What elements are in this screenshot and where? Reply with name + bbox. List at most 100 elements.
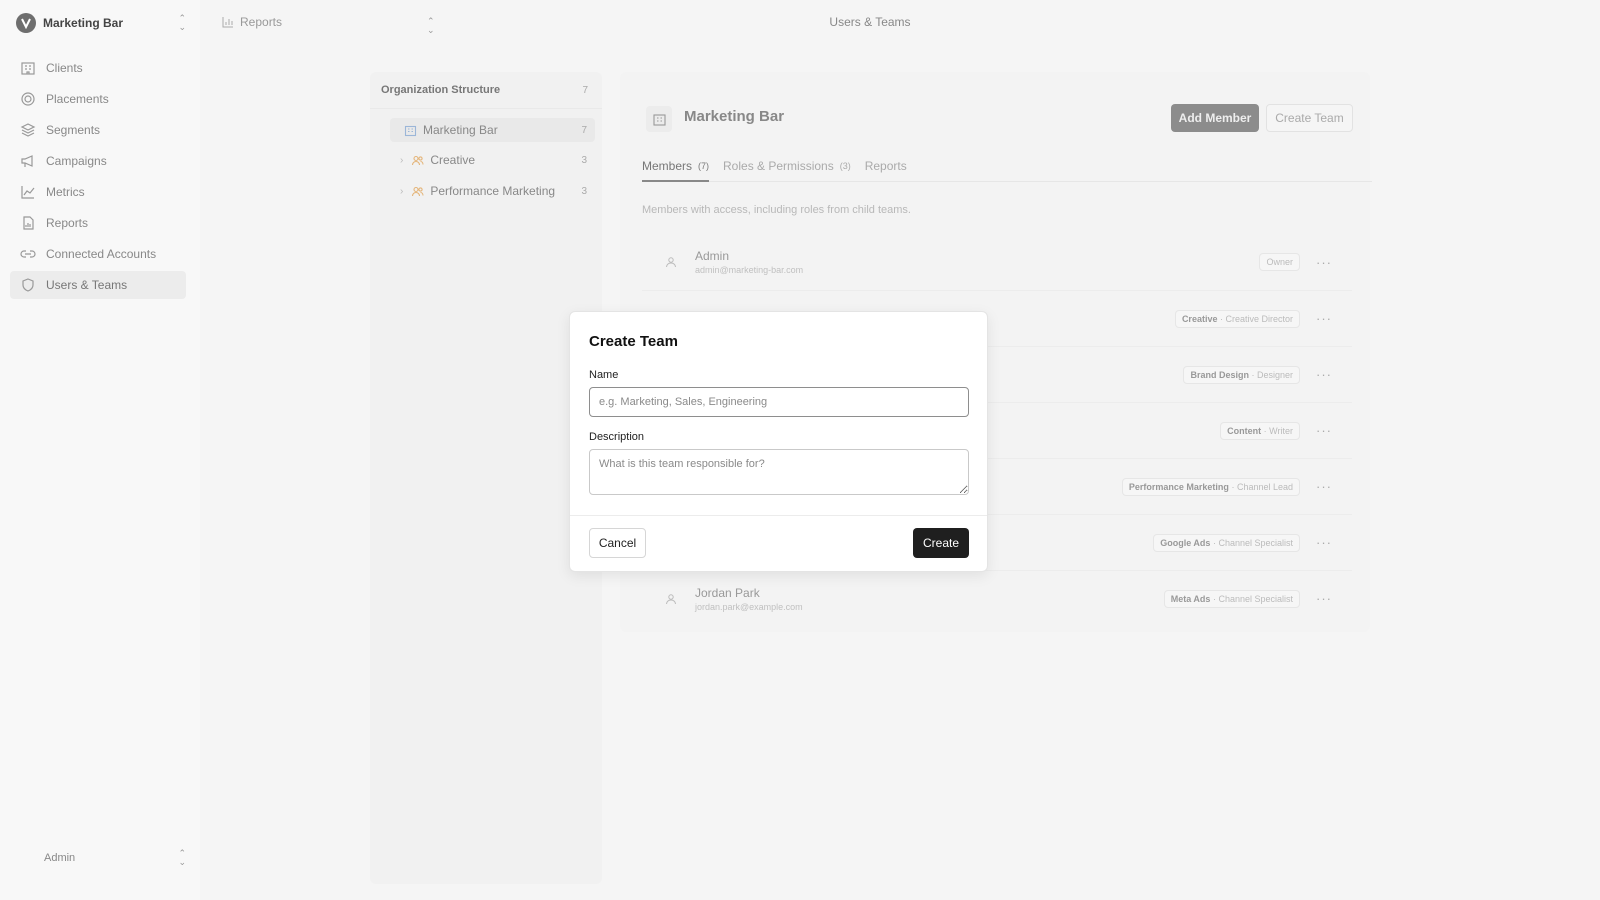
user-avatar-icon (666, 593, 676, 604)
tree-item-label: Performance Marketing (430, 184, 556, 198)
tab-roles-permissions[interactable]: Roles & Permissions (3) (723, 152, 851, 182)
sidebar-item-label: Connected Accounts (46, 247, 157, 261)
workspace-switcher[interactable]: Marketing Bar ⌃ ⌄ (16, 12, 186, 34)
users-icon (412, 186, 424, 196)
tree-item-count: 7 (581, 124, 587, 136)
dialog-divider (570, 515, 987, 516)
user-avatar-icon (666, 257, 676, 268)
tree-item-count: 3 (581, 154, 587, 166)
tree-item-creative[interactable]: › Creative 3 (400, 148, 595, 172)
link-icon (20, 250, 36, 258)
sidebar-item-reports[interactable]: Reports (10, 209, 186, 237)
create-team-button[interactable]: Create Team (1266, 104, 1353, 132)
tab-reports[interactable]: Reports (865, 152, 907, 182)
role-badge: Brand Design · Designer (1183, 365, 1300, 384)
role-team: Content (1227, 425, 1262, 436)
add-member-button[interactable]: Add Member (1171, 104, 1259, 132)
member-info: Admin admin@marketing-bar.com (695, 249, 1259, 275)
sidebar-item-segments[interactable]: Segments (10, 116, 186, 144)
more-options-icon[interactable]: ··· (1316, 311, 1332, 326)
org-panel-title: Organization Structure (381, 84, 501, 96)
role-title: Owner (1266, 257, 1293, 267)
chevron-right-icon[interactable]: › (400, 186, 403, 197)
dialog-title: Create Team (589, 333, 678, 350)
tab-bar: Members (7) Roles & Permissions (3) Repo… (642, 152, 1372, 182)
more-options-icon[interactable]: ··· (1316, 367, 1332, 382)
cancel-button[interactable]: Cancel (589, 528, 646, 558)
member-name: Admin (695, 249, 730, 263)
sidebar-item-label: Segments (46, 123, 101, 137)
users-icon (412, 155, 424, 165)
member-info: Jordan Park jordan.park@example.com (695, 586, 1164, 612)
sidebar-item-users-teams[interactable]: Users & Teams (10, 271, 186, 299)
role-badge: Performance Marketing · Channel Lead (1121, 477, 1300, 496)
org-count: 7 (582, 84, 588, 96)
organization-structure-panel: Organization Structure 7 Marketing Bar 7… (370, 72, 602, 884)
target-icon (21, 92, 35, 106)
shield-icon (22, 278, 34, 292)
layers-icon (20, 123, 36, 137)
tab-count: (3) (839, 161, 851, 171)
user-name: Admin (44, 852, 76, 864)
sidebar-item-campaigns[interactable]: Campaigns (10, 147, 186, 175)
workspace-logo-icon (16, 13, 36, 33)
megaphone-icon (21, 155, 33, 167)
top-bar: Reports ⌃ ⌄ Users & Teams (200, 0, 1600, 44)
line-chart-icon (21, 186, 35, 199)
role-badge: Google Ads · Channel Specialist (1153, 533, 1300, 552)
member-email: jordan.park@example.com (695, 601, 803, 612)
chevron-up-down-icon: ⌃ ⌄ (178, 13, 186, 32)
tree-item-count: 3 (581, 185, 587, 197)
tab-label: Members (642, 159, 693, 173)
role-badge: Meta Ads · Channel Specialist (1163, 589, 1300, 608)
member-email: admin@marketing-bar.com (695, 265, 804, 275)
create-button[interactable]: Create (913, 528, 969, 558)
chevron-right-icon[interactable]: › (400, 155, 403, 166)
chevron-up-down-icon: ⌃ ⌄ (178, 848, 186, 867)
sidebar-item-clients[interactable]: Clients (10, 54, 186, 82)
member-name: Jordan Park (695, 585, 760, 600)
more-options-icon[interactable]: ··· (1316, 591, 1332, 606)
team-description-input[interactable] (589, 449, 969, 495)
role-team: Performance Marketing (1128, 481, 1229, 492)
file-chart-icon (23, 216, 34, 230)
member-row[interactable]: Jordan Park jordan.park@example.com Meta A… (642, 570, 1352, 626)
building-icon (404, 125, 417, 136)
sidebar: Marketing Bar ⌃ ⌄ Clients Placements Segm… (0, 0, 200, 900)
sidebar-item-label: Reports (46, 216, 89, 230)
workspace-name: Marketing Bar (43, 16, 124, 30)
user-menu[interactable]: Admin ⌃ ⌄ (44, 849, 186, 867)
sidebar-item-placements[interactable]: Placements (10, 85, 186, 113)
team-title: Marketing Bar (684, 108, 785, 125)
more-options-icon[interactable]: ··· (1316, 423, 1332, 438)
member-row[interactable]: Admin admin@marketing-bar.com Owner ··· (642, 234, 1352, 290)
role-title: · Writer (1263, 425, 1293, 436)
team-name-input[interactable] (589, 387, 969, 417)
building-icon (21, 62, 35, 75)
org-panel-header: Organization Structure 7 (370, 72, 602, 109)
sidebar-nav: Clients Placements Segments Campaigns Me… (10, 54, 186, 302)
role-team: Google Ads (1160, 537, 1211, 548)
sidebar-item-connected-accounts[interactable]: Connected Accounts (10, 240, 186, 268)
sidebar-item-label: Metrics (46, 185, 85, 199)
more-options-icon[interactable]: ··· (1316, 479, 1332, 494)
tree-item-marketing-bar[interactable]: Marketing Bar 7 (390, 118, 595, 142)
name-label: Name (589, 369, 619, 381)
role-team: Meta Ads (1170, 593, 1211, 604)
more-options-icon[interactable]: ··· (1316, 255, 1332, 270)
role-badge: Owner (1259, 253, 1300, 271)
create-team-dialog: Create Team Name Description Cancel Crea… (569, 311, 988, 572)
sidebar-item-label: Clients (46, 61, 83, 75)
role-title: · Channel Lead (1231, 481, 1293, 492)
sidebar-item-label: Users & Teams (46, 278, 128, 292)
tab-members[interactable]: Members (7) (642, 152, 710, 182)
more-options-icon[interactable]: ··· (1316, 535, 1332, 550)
tree-item-performance-marketing[interactable]: › Performance Marketing 3 (400, 179, 595, 203)
role-title: · Designer (1251, 369, 1293, 380)
sidebar-item-metrics[interactable]: Metrics (10, 178, 186, 206)
role-badge: Creative · Creative Director (1174, 309, 1300, 328)
role-title: · Creative Director (1219, 313, 1293, 324)
role-title: · Channel Specialist (1212, 537, 1293, 548)
tree-item-label: Marketing Bar (423, 123, 498, 137)
members-description: Members with access, including roles fro… (642, 204, 911, 216)
